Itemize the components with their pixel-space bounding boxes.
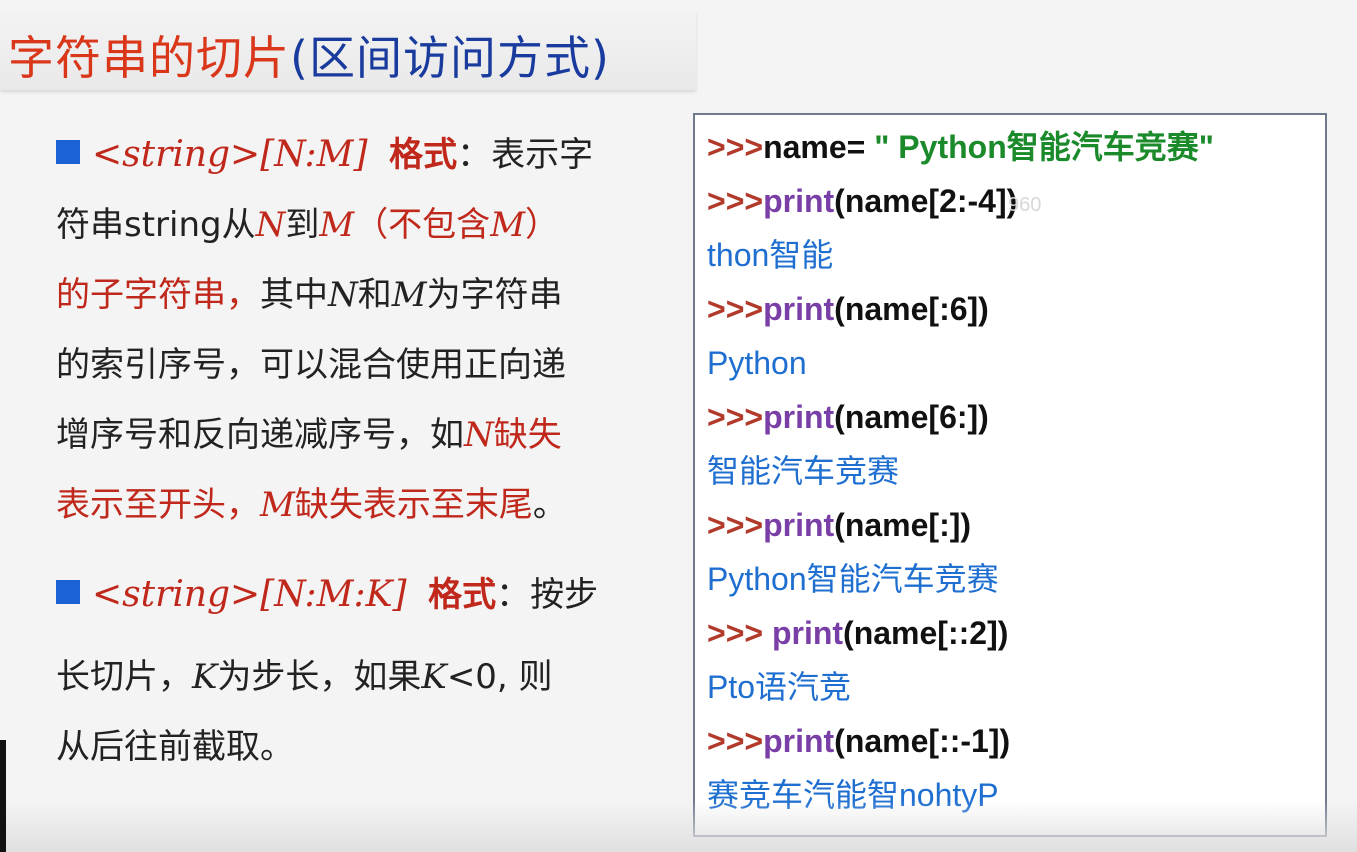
format-syntax-1: <string>[N:M] [92,134,368,175]
keyword-print: print [763,723,835,759]
title-sub: (区间访问方式) [290,31,610,85]
text-l9: 从后往前截取。 [56,727,294,767]
format-label-1: 格式 [389,135,458,175]
bullet-square-icon [56,580,80,604]
keyword-print: print [763,183,835,219]
prompt: >>> [707,129,764,165]
text-l3a: 其中 [260,275,328,315]
text-l3c: 为字符串 [426,275,563,315]
code-line-2: >>>print(name[2:-4]) [707,181,1017,221]
text-l6-red-b: 缺失表示至末尾 [294,485,533,525]
title-main: 字符串的切片 [8,31,290,85]
text-l2d: ） [525,205,560,245]
text-l4: 的索引序号，可以混合使用正向递 [56,345,566,385]
keyword-print: print [771,615,844,651]
output-line-2: thon智能 [707,237,834,273]
output-line-6: Pto语汽竞 [707,669,852,705]
keyword-print: print [763,507,835,543]
code-args: (name[::2]) [843,615,1009,651]
text-l3b: 和 [357,275,392,315]
text-b2-t1: 按步 [530,575,599,615]
var-n: N [255,205,286,245]
bullet-2-line: <string>[N:M:K] 格式：按步 [56,572,598,618]
prompt: >>> [707,291,764,327]
var-m-l6: M [260,485,295,525]
prompt: >>> [707,399,764,435]
prompt: >>> [707,723,764,759]
text-line-4: 的索引序号，可以混合使用正向递 [56,342,566,388]
keyword-print: print [763,291,835,327]
code-line-7: >>>print(name[::-1]) [707,721,1010,761]
text-l8c: <0, 则 [446,657,553,697]
code-line-1: >>>name= " Python智能汽车竞赛" [707,127,1214,167]
text-line-3: 的子字符串，其中N和M为字符串 [56,272,563,318]
text-l2b: 到 [285,205,320,245]
var-m: M [319,205,355,245]
format-syntax-2: <string>[N:M:K] [92,574,407,615]
watermark-text: 960 [1008,194,1042,216]
text-l3-red: 的子字符串， [56,275,260,315]
var-m2: M [490,205,526,245]
colon-1: ： [457,135,492,175]
slide-title-bar: 字符串的切片(区间访问方式) [0,12,696,90]
text-line-2: 符串string从N到M（不包含M） [56,202,559,248]
format-label-2: 格式 [428,575,497,615]
text-l2a: 符串string从 [56,205,256,245]
text-l8a: 长切片， [56,657,192,697]
output-line-4: 智能汽车竞赛 [707,453,900,489]
code-line-6: >>> print(name[::2]) [707,613,1008,653]
bottom-shadow [0,800,1357,852]
code-args: (name[2:-4]) [834,183,1018,219]
bullet-1-line: <string>[N:M] 格式：表示字 [56,132,593,178]
output-line-5: Python智能汽车竞赛 [707,561,999,597]
text-l8b: 为步长，如果 [217,657,422,697]
text-l1: 表示字 [491,135,594,175]
prompt: >>> [707,507,764,543]
code-args: (name[6:]) [834,399,989,435]
var-n-l3: N [328,275,358,315]
text-l5-red: 缺失 [493,415,562,455]
code-line-4: >>>print(name[6:]) [707,397,989,437]
code-line-5: >>>print(name[:]) [707,505,971,545]
text-line-6: 表示至开头，M缺失表示至末尾。 [56,482,567,528]
code-args: (name[:]) [834,507,972,543]
text-l2c: （不包含 [354,205,491,245]
var-m-l3: M [391,275,427,315]
output-line-3: Python [707,345,807,381]
var-k: K [192,657,218,697]
prompt: >>> [707,615,772,651]
left-edge-bar [0,740,6,852]
bullet-square-icon [56,140,80,164]
text-l6-end: 。 [532,485,567,525]
keyword-print: print [763,399,835,435]
text-line-9: 从后往前截取。 [56,724,294,770]
text-line-8: 长切片，K为步长，如果K<0, 则 [56,654,553,700]
var-k2: K [421,657,447,697]
code-line-3: >>>print(name[:6]) [707,289,989,329]
code-args: (name[:6]) [834,291,989,327]
text-l5a: 增序号和反向递减序号，如 [56,415,464,455]
code-string: " Python智能汽车竞赛" [874,129,1214,165]
colon-2: ： [496,575,531,615]
prompt: >>> [707,183,764,219]
slide-title: 字符串的切片(区间访问方式) [8,22,610,88]
code-args: (name[::-1]) [834,723,1011,759]
code-example-box: >>>name= " Python智能汽车竞赛" >>>print(name[2… [693,113,1327,837]
var-n-l5: N [464,415,494,455]
text-line-5: 增序号和反向递减序号，如N缺失 [56,412,562,458]
text-l6-red-a: 表示至开头， [56,485,260,525]
code-assign: name= [763,129,875,165]
